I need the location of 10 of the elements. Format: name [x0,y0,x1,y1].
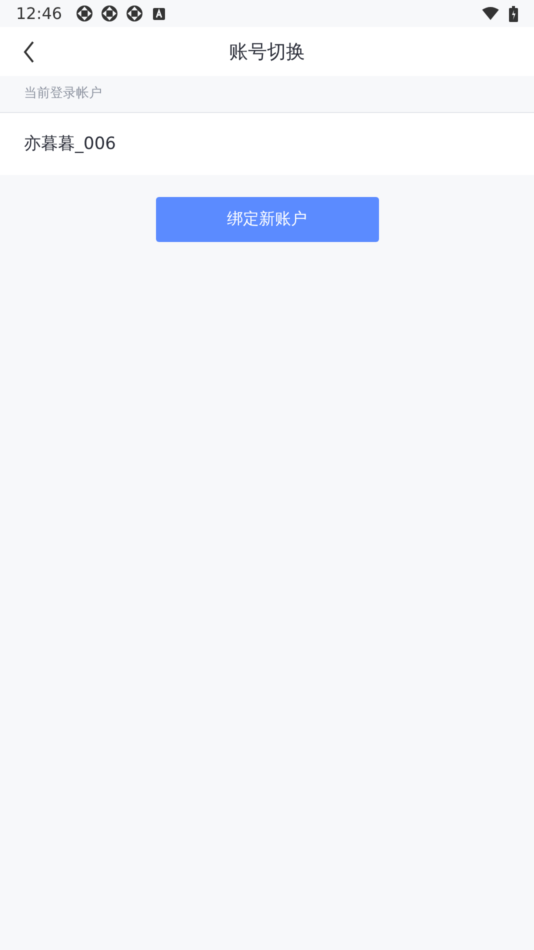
battery-icon [509,6,518,22]
page-title: 账号切换 [229,40,305,64]
aperture-icon [101,5,118,22]
status-time: 12:46 [16,4,62,23]
wifi-icon [482,7,499,20]
account-item[interactable]: 亦暮暮_006 [0,113,534,175]
back-icon[interactable] [23,41,35,63]
aperture-icon [76,5,94,22]
aperture-icon [126,5,144,22]
notification-icon [153,8,166,20]
